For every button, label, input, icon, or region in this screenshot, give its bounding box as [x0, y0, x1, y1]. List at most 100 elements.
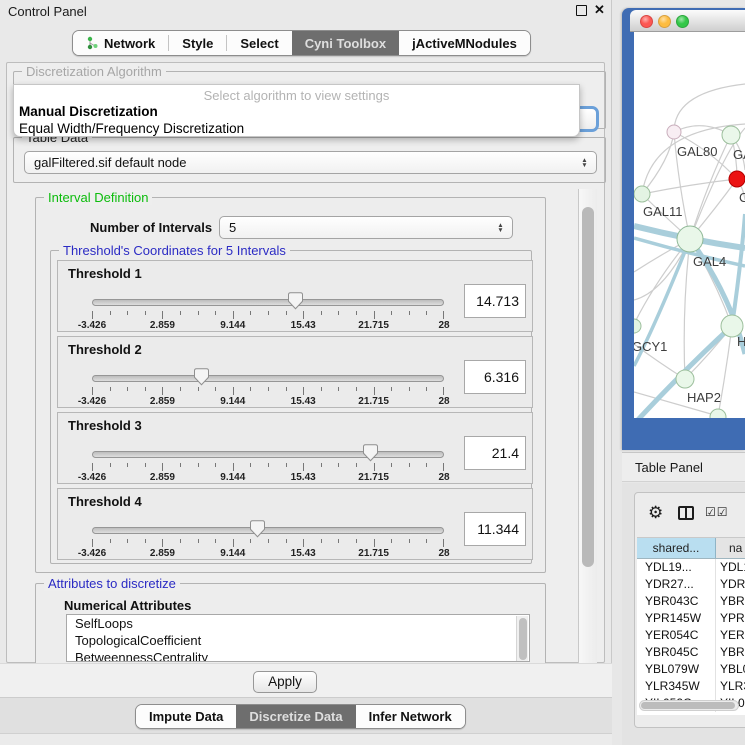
close-icon[interactable]	[594, 2, 605, 18]
GCY1-node[interactable]	[634, 319, 641, 333]
algorithm-option-manual[interactable]: Manual Discretization	[19, 104, 158, 119]
cell-name[interactable]: YBR0	[716, 593, 745, 610]
num-intervals-combobox[interactable]: 5	[219, 216, 513, 239]
control-panel-titlebar: Control Panel	[0, 0, 612, 24]
slider-thumb[interactable]	[250, 520, 265, 538]
network-graph[interactable]: GAL80GAGAL11CGAL4GCY1HHAP2	[634, 32, 745, 418]
close-light[interactable]	[640, 15, 653, 28]
slider-thumb[interactable]	[194, 368, 209, 386]
table-row[interactable]: YBL079WYBL0	[637, 661, 745, 678]
attribute-list-item[interactable]: BetweennessCentrality	[67, 649, 529, 662]
cell-name[interactable]: YDL1	[716, 559, 745, 576]
algorithm-option-equal-width[interactable]: Equal Width/Frequency Discretization	[19, 121, 244, 136]
cell-shared-name[interactable]: YBR043C	[637, 593, 716, 610]
settings-gear-icon[interactable]	[648, 504, 663, 521]
table-data-combobox[interactable]: galFiltered.sif default node	[24, 151, 597, 174]
cell-name[interactable]: YER0	[716, 627, 745, 644]
thresholds-group: Threshold's Coordinates for 5 Intervals …	[50, 250, 532, 564]
column-header-name[interactable]: na	[716, 538, 745, 558]
numerical-attributes-list[interactable]: SelfLoopsTopologicalCoefficientBetweenne…	[66, 614, 530, 662]
settings-scrollbar[interactable]	[578, 189, 597, 663]
cell-shared-name[interactable]: YBR045C	[637, 644, 716, 661]
scrollbar-thumb[interactable]	[582, 207, 594, 567]
network-edge[interactable]	[642, 179, 737, 194]
tab-jactivemnodules[interactable]: jActiveMNodules	[399, 31, 530, 55]
table-row[interactable]: YER054CYER0	[637, 627, 745, 644]
tab-discretize-data[interactable]: Discretize Data	[236, 705, 355, 728]
threshold-value-field[interactable]: 11.344	[464, 512, 526, 546]
control-panel: Control Panel Network Style Select Cyni …	[0, 0, 612, 745]
slider-ticks	[92, 539, 444, 547]
tab-style[interactable]: Style	[169, 31, 226, 55]
network-view-window[interactable]: GAL80GAGAL11CGAL4GCY1HHAP2	[622, 8, 745, 450]
table-row[interactable]: YDL19...YDL1	[637, 559, 745, 576]
table-row[interactable]: YBR043CYBR0	[637, 593, 745, 610]
tab-impute-data[interactable]: Impute Data	[136, 705, 236, 728]
network-edge[interactable]	[642, 132, 674, 194]
scrollbar-thumb[interactable]	[641, 702, 735, 709]
attribute-list-item[interactable]: SelfLoops	[67, 615, 529, 632]
threshold-value-field[interactable]: 6.316	[464, 360, 526, 394]
threshold-value-field[interactable]: 21.4	[464, 436, 526, 470]
cell-name[interactable]: YLR3	[716, 678, 745, 695]
slider-track[interactable]	[92, 451, 444, 458]
cell-name[interactable]: YPR1	[716, 610, 745, 627]
cell-shared-name[interactable]: YPR145W	[637, 610, 716, 627]
threshold-slider[interactable]: -3.4262.8599.14415.4321.71528	[92, 519, 444, 559]
interval-definition-title: Interval Definition	[44, 190, 152, 205]
cell-shared-name[interactable]: YBL079W	[637, 661, 716, 678]
threshold-slider[interactable]: -3.4262.8599.14415.4321.71528	[92, 291, 444, 331]
attribute-list-item[interactable]: TopologicalCoefficient	[67, 632, 529, 649]
cell-shared-name[interactable]: YDR27...	[637, 576, 716, 593]
HAP2-node[interactable]	[676, 370, 694, 388]
node-label: GCY1	[634, 339, 667, 354]
slider-track[interactable]	[92, 527, 444, 534]
cell-shared-name[interactable]: YLR345W	[637, 678, 716, 695]
slider-track[interactable]	[92, 299, 444, 306]
node-label: GAL4	[693, 254, 726, 269]
network-window-titlebar[interactable]	[630, 10, 745, 32]
minimize-light[interactable]	[658, 15, 671, 28]
column-header-shared[interactable]: shared...	[637, 538, 716, 558]
threshold-slider[interactable]: -3.4262.8599.14415.4321.71528	[92, 367, 444, 407]
GAL80-node[interactable]	[667, 125, 681, 139]
bottom-node[interactable]	[710, 409, 726, 418]
GAL4-node[interactable]	[677, 226, 703, 252]
selected-red-node[interactable]	[729, 171, 745, 187]
slider-track[interactable]	[92, 375, 444, 382]
tab-select[interactable]: Select	[227, 31, 291, 55]
cell-name[interactable]: YBL0	[716, 661, 745, 678]
select-columns-icon[interactable]	[705, 505, 729, 519]
slider-thumb[interactable]	[288, 292, 303, 310]
tab-infer-network[interactable]: Infer Network	[356, 705, 465, 728]
table-horizontal-scrollbar[interactable]	[639, 700, 739, 711]
network-edge[interactable]	[732, 214, 745, 326]
cell-name[interactable]: YBR0	[716, 644, 745, 661]
cell-shared-name[interactable]: YER054C	[637, 627, 716, 644]
slider-thumb[interactable]	[363, 444, 378, 462]
threshold-slider[interactable]: -3.4262.8599.14415.4321.71528	[92, 443, 444, 483]
list-scrollbar[interactable]	[516, 616, 528, 662]
GAL11-node[interactable]	[634, 186, 650, 202]
network-edge[interactable]	[684, 239, 690, 379]
tab-cyni-toolbox[interactable]: Cyni Toolbox	[292, 31, 399, 55]
table-row[interactable]: YDR27...YDR2	[637, 576, 745, 593]
cell-name[interactable]: YDR2	[716, 576, 745, 593]
zoom-light[interactable]	[676, 15, 689, 28]
table-row[interactable]: YLR345WYLR3	[637, 678, 745, 695]
algorithm-placeholder-option[interactable]: Select algorithm to view settings	[14, 88, 579, 103]
slider-ticks	[92, 311, 444, 319]
scrollbar-thumb[interactable]	[519, 618, 527, 660]
threshold-value-field[interactable]: 14.713	[464, 284, 526, 318]
tick-label: 15.43	[291, 472, 316, 483]
tick-label: 28	[438, 548, 449, 559]
table-row[interactable]: YPR145WYPR1	[637, 610, 745, 627]
cell-shared-name[interactable]: YDL19...	[637, 559, 716, 576]
top-right-node[interactable]	[722, 126, 740, 144]
float-window-icon[interactable]	[576, 5, 587, 16]
network-canvas[interactable]: GAL80GAGAL11CGAL4GCY1HHAP2	[634, 32, 745, 418]
split-columns-icon[interactable]	[678, 506, 694, 520]
tab-network[interactable]: Network	[73, 31, 168, 55]
table-row[interactable]: YBR045CYBR0	[637, 644, 745, 661]
apply-button[interactable]: Apply	[253, 671, 317, 693]
